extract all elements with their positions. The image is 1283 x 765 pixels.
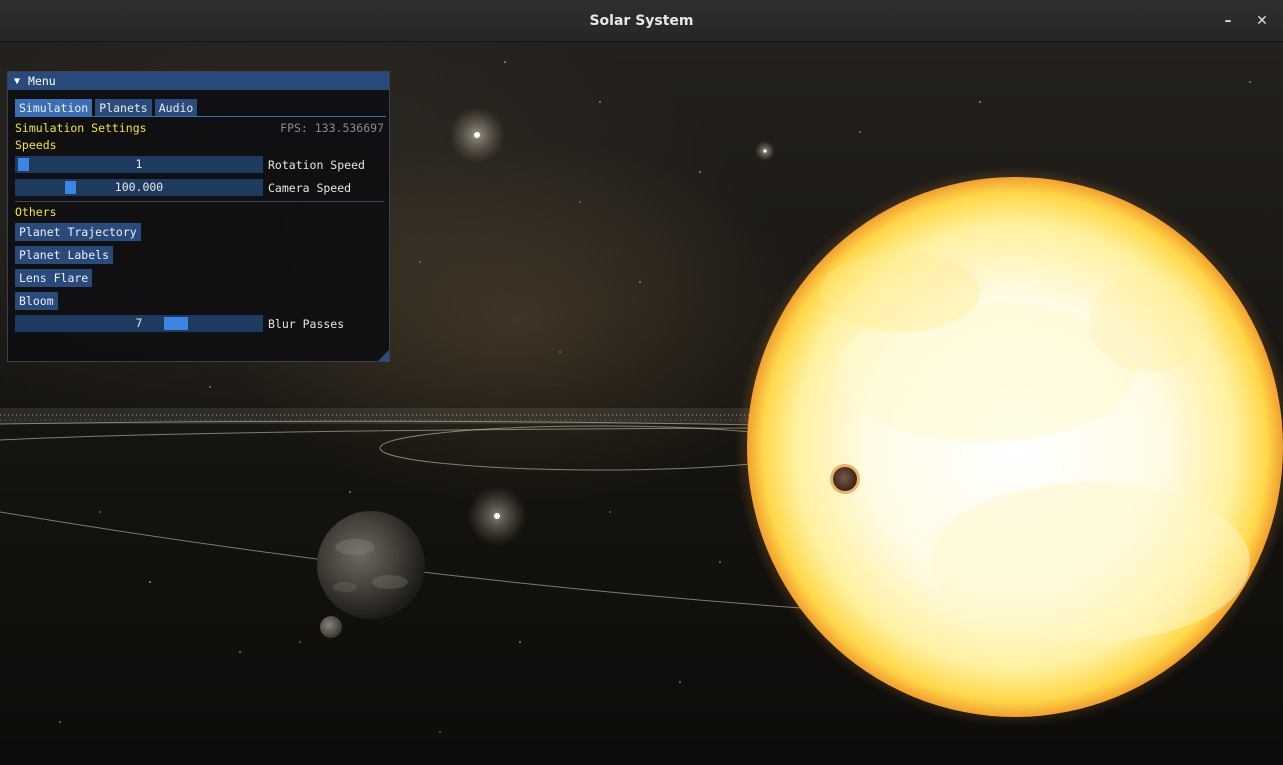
slider-value: 1 (135, 157, 143, 171)
tab-simulation[interactable]: Simulation (15, 99, 93, 116)
menu-panel[interactable]: ▼ Menu Simulation Planets Audio Simulati… (7, 71, 390, 362)
section-title: Simulation Settings (15, 121, 147, 135)
close-icon: ✕ (1256, 13, 1268, 29)
rotation-speed-label: Rotation Speed (268, 158, 365, 172)
planet-trajectory-button[interactable]: Planet Trajectory (15, 223, 141, 241)
blur-passes-label: Blur Passes (268, 317, 345, 331)
3d-viewport[interactable]: ▼ Menu Simulation Planets Audio Simulati… (0, 42, 1283, 765)
title-bar[interactable]: Solar System – ✕ (0, 0, 1283, 42)
minimize-icon: – (1224, 13, 1232, 29)
moon (320, 616, 342, 638)
tab-planets[interactable]: Planets (95, 99, 152, 116)
app-window: Solar System – ✕ ▼ Menu Simulation Plane… (0, 0, 1283, 765)
transiting-planet (833, 467, 857, 491)
camera-speed-slider[interactable]: 100.000 (15, 179, 263, 196)
tab-bar: Simulation Planets Audio (15, 99, 198, 116)
planet-labels-button[interactable]: Planet Labels (15, 246, 114, 264)
rotation-speed-slider[interactable]: 1 (15, 156, 263, 173)
speeds-heading: Speeds (15, 138, 57, 152)
minimize-button[interactable]: – (1217, 10, 1239, 32)
menu-title: Menu (28, 74, 56, 88)
sun (735, 167, 1283, 727)
slider-value: 7 (135, 316, 143, 330)
others-heading: Others (15, 205, 57, 219)
blur-passes-slider[interactable]: 7 (15, 315, 263, 332)
resize-grip[interactable] (378, 350, 389, 361)
collapse-triangle-icon[interactable]: ▼ (14, 76, 20, 87)
lens-flare-button[interactable]: Lens Flare (15, 269, 93, 287)
earth-planet (317, 511, 425, 619)
bloom-button[interactable]: Bloom (15, 292, 58, 310)
fps-counter: FPS: 133.536697 (280, 121, 384, 135)
window-title: Solar System (589, 12, 694, 29)
close-button[interactable]: ✕ (1251, 10, 1273, 32)
menu-header[interactable]: ▼ Menu (8, 72, 389, 90)
separator (15, 201, 384, 202)
tab-underline (15, 116, 386, 117)
slider-value: 100.000 (114, 180, 164, 194)
tab-audio[interactable]: Audio (154, 99, 198, 116)
camera-speed-label: Camera Speed (268, 181, 352, 195)
